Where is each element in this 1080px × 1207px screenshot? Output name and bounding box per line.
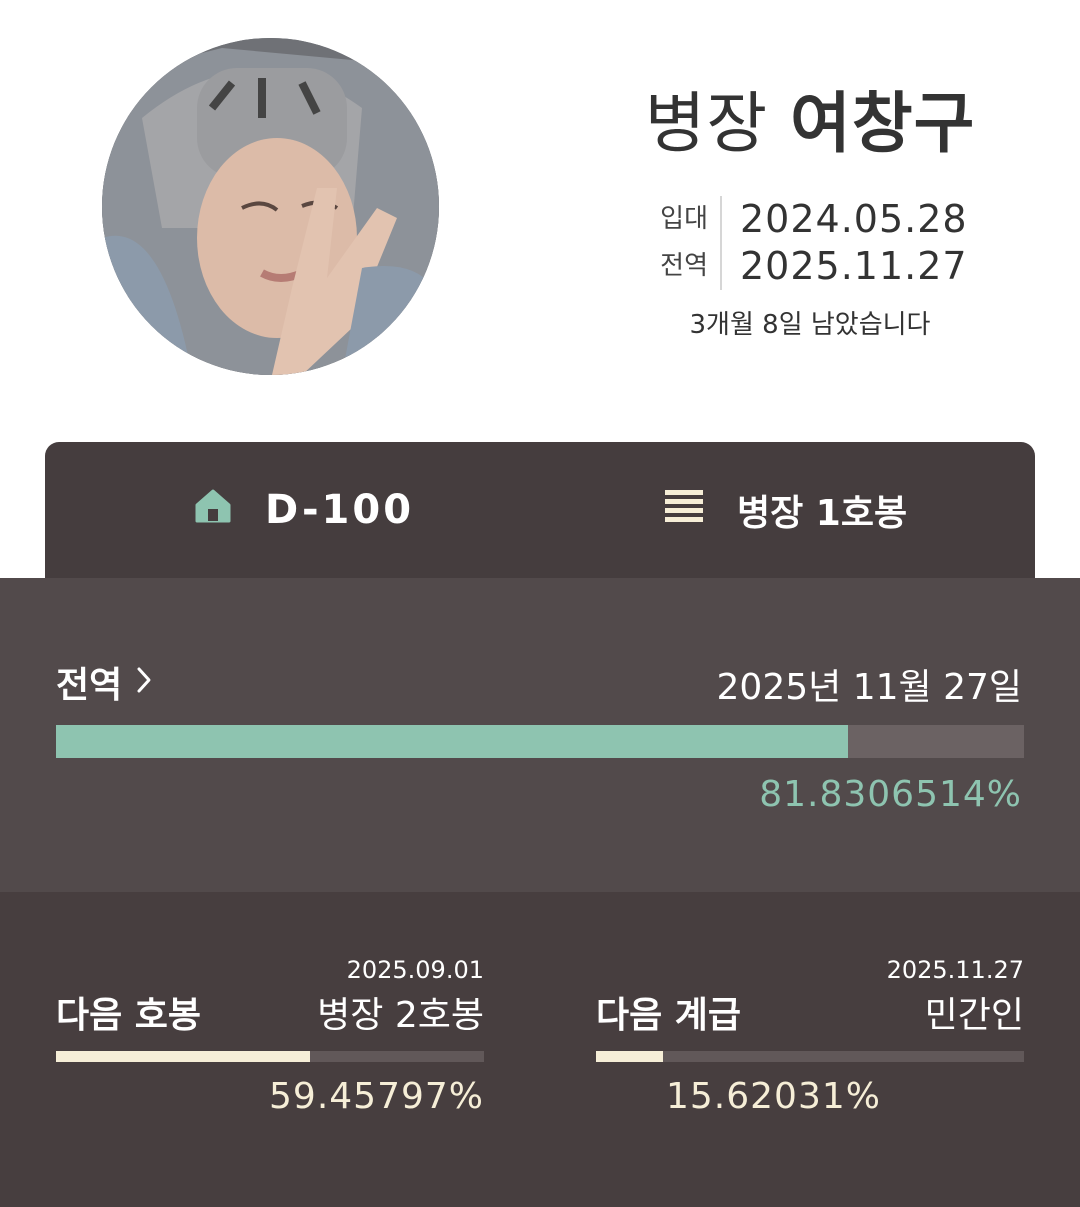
discharge-date: 2025.11.27 (740, 244, 968, 288)
next-rank-title: 다음 계급 (596, 995, 742, 1036)
next-pay-date: 2025.09.01 (346, 956, 484, 984)
next-rank-date: 2025.11.27 (886, 956, 1024, 984)
tab-bar: D-100 병장 1호봉 (45, 442, 1035, 578)
discharge-progress-bar (56, 725, 1024, 758)
discharge-link[interactable]: 전역 (56, 656, 152, 708)
next-pay-percent: 59.45797% (269, 1076, 484, 1117)
profile-rank: 병장 (644, 85, 769, 162)
next-pay-title: 다음 호봉 (56, 995, 202, 1036)
next-rank-progress-fill (596, 1051, 663, 1062)
profile-photo (102, 38, 439, 375)
next-pay-progress-bar (56, 1051, 484, 1062)
remaining-time: 3개월 8일 남았습니다 (689, 310, 931, 340)
date-values: 2024.05.28 2025.11.27 (722, 196, 968, 290)
discharge-date-text: 2025년 11월 27일 (716, 667, 1022, 708)
profile-person-name: 여창구 (790, 85, 976, 162)
profile-name: 병장 여창구 (600, 70, 1020, 166)
milestones-panel: 다음 호봉 2025.09.01 병장 2호봉 59.45797% 다음 계급 … (0, 892, 1080, 1207)
discharge-panel: 전역 2025년 11월 27일 81.8306514% (0, 578, 1080, 892)
discharge-title: 전역 (56, 665, 123, 706)
discharge-label: 전역 (660, 251, 708, 281)
enlist-date: 2024.05.28 (740, 197, 968, 241)
next-pay-progress-fill (56, 1051, 311, 1062)
avatar[interactable] (102, 38, 439, 375)
next-rank-progress-bar (596, 1051, 1024, 1062)
home-icon (195, 487, 231, 533)
date-labels: 입대 전역 (652, 196, 722, 290)
next-rank: 다음 계급 2025.11.27 민간인 15.62031% (596, 892, 1024, 1207)
next-pay-grade: 다음 호봉 2025.09.01 병장 2호봉 59.45797% (56, 892, 484, 1207)
next-rank-target: 민간인 (924, 995, 1024, 1036)
service-dates: 입대 전역 2024.05.28 2025.11.27 (652, 196, 968, 290)
next-rank-percent: 15.62031% (666, 1076, 881, 1117)
tab-rank[interactable]: 병장 1호봉 (665, 442, 907, 578)
tab-dday-label: D-100 (265, 487, 415, 533)
tab-dday[interactable]: D-100 (195, 442, 414, 578)
chevron-right-icon (136, 662, 152, 703)
page: 병장 여창구 입대 전역 2024.05.28 2025.11.27 3개월 8… (0, 0, 1080, 1207)
tab-rank-label: 병장 1호봉 (737, 493, 908, 534)
menu-icon (665, 489, 703, 531)
discharge-progress-fill (56, 725, 849, 758)
next-pay-target: 병장 2호봉 (317, 995, 484, 1036)
discharge-percent: 81.8306514% (759, 774, 1022, 815)
enlist-label: 입대 (660, 204, 708, 234)
